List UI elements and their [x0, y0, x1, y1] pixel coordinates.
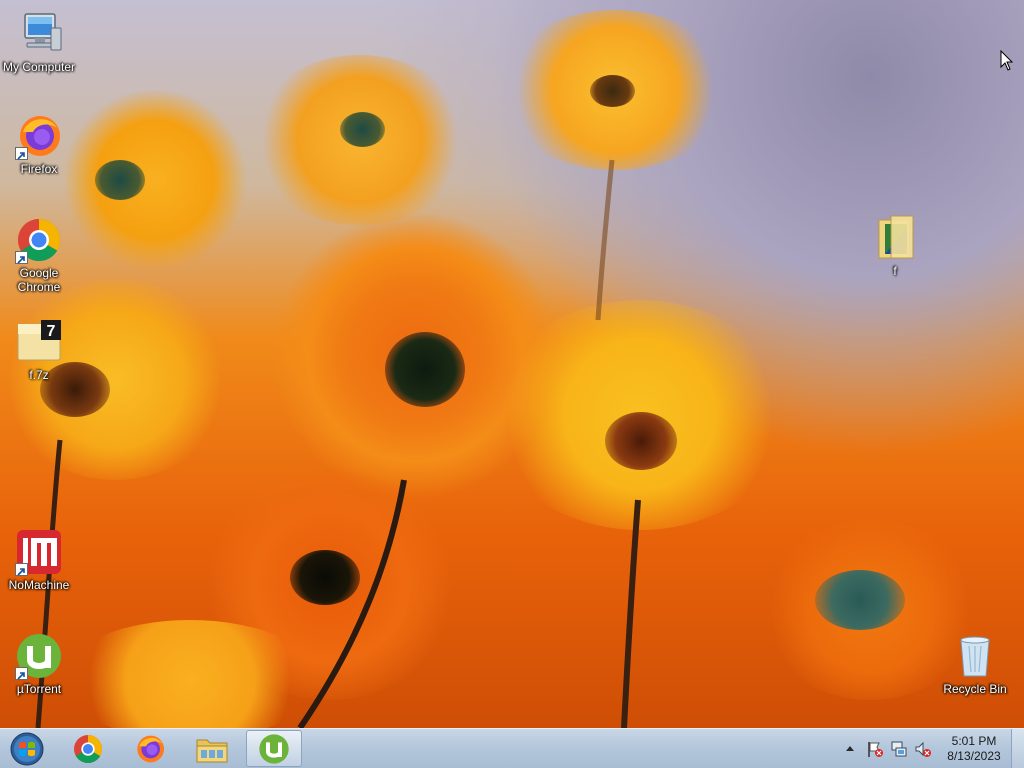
action-center-flag-icon[interactable] [866, 740, 884, 758]
desktop-icon-utorrent[interactable]: µTorrent [0, 632, 78, 696]
desktop-icon-label: NoMachine [8, 578, 70, 592]
start-button[interactable] [0, 730, 54, 767]
taskbar-utorrent-button[interactable] [246, 730, 302, 767]
desktop-icon-firefox[interactable]: Firefox [0, 112, 78, 176]
desktop-icon-label: µTorrent [16, 682, 62, 696]
clock-date: 8/13/2023 [947, 749, 1001, 763]
desktop-icon-f7z[interactable]: 7 f.7z [0, 318, 78, 382]
desktop-icon-my-computer[interactable]: My Computer [0, 10, 78, 74]
desktop-icon-label: Recycle Bin [943, 682, 1007, 696]
desktop-icon-folder-f[interactable]: f [856, 214, 934, 278]
firefox-icon [137, 735, 164, 762]
taskbar-explorer-button[interactable] [184, 730, 240, 767]
recycle-bin-icon [951, 632, 999, 680]
utorrent-icon [259, 733, 289, 764]
utorrent-icon [15, 632, 63, 680]
show-hidden-icons-arrow[interactable] [845, 744, 855, 752]
computer-icon [15, 10, 63, 58]
taskbar-clock[interactable]: 5:01 PM 8/13/2023 [938, 734, 1010, 764]
desktop-icon-label: f [893, 264, 897, 278]
nomachine-icon [15, 528, 63, 576]
desktop[interactable]: My Computer Firefox Google Chrome 7 f.7z… [0, 0, 1024, 768]
7z-archive-icon: 7 [15, 318, 63, 366]
network-icon[interactable] [890, 740, 908, 758]
taskbar-chrome-button[interactable] [60, 730, 116, 767]
desktop-icon-label: My Computer [2, 60, 76, 74]
desktop-icon-label: Google Chrome [17, 266, 61, 294]
chrome-icon [15, 216, 63, 264]
folder-icon [196, 739, 228, 762]
desktop-icon-recycle-bin[interactable]: Recycle Bin [936, 632, 1014, 696]
svg-text:7: 7 [47, 323, 56, 340]
firefox-icon [15, 112, 63, 160]
windows-start-orb-icon [10, 732, 44, 765]
taskbar: 5:01 PM 8/13/2023 [0, 728, 1024, 768]
desktop-icon-nomachine[interactable]: NoMachine [0, 528, 78, 592]
shortcut-arrow-icon [15, 147, 28, 160]
taskbar-firefox-button[interactable] [122, 730, 178, 767]
desktop-icon-google-chrome[interactable]: Google Chrome [0, 216, 78, 294]
volume-muted-icon[interactable] [914, 740, 932, 758]
desktop-icon-label: Firefox [20, 162, 58, 176]
shortcut-arrow-icon [15, 667, 28, 680]
mouse-cursor-icon [1000, 50, 1014, 71]
show-desktop-button[interactable] [1011, 729, 1024, 768]
clock-time: 5:01 PM [951, 734, 997, 748]
shortcut-arrow-icon [15, 251, 28, 264]
chrome-icon [74, 734, 103, 763]
flower-stems [35, 159, 641, 728]
folder-icon [871, 214, 919, 262]
desktop-icon-label: f.7z [29, 368, 49, 382]
shortcut-arrow-icon [15, 563, 28, 576]
